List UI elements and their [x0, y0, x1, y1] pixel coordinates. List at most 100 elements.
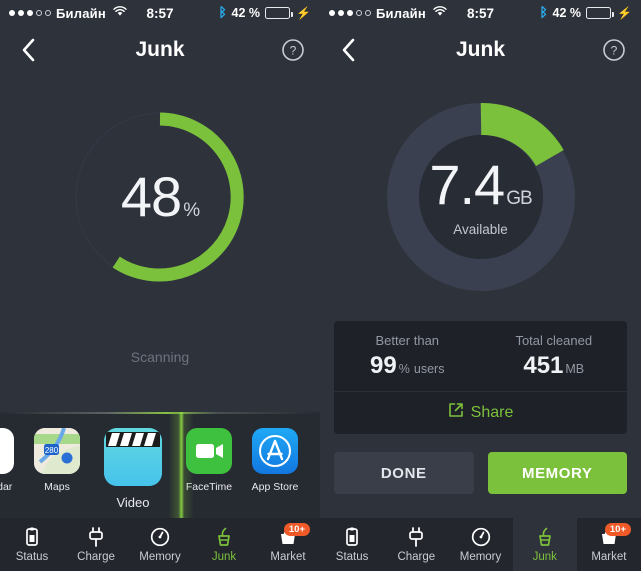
storage-gauge: 7.4 GB Available	[320, 73, 641, 321]
app-label: App Store	[251, 481, 299, 493]
tab-label: Memory	[139, 551, 181, 563]
power-plug-icon	[405, 526, 427, 548]
lightning-bolt-icon: ⚡	[617, 6, 632, 20]
tab-junk[interactable]: Junk	[192, 518, 256, 571]
svg-text:280: 280	[45, 446, 59, 455]
status-bar-right-group: 42 % ⚡	[160, 5, 311, 22]
left-phone-screen: Билайн 8:57 42 % ⚡ Junk ? 48 % Scanning …	[0, 0, 320, 571]
svg-text:?: ?	[611, 43, 618, 57]
status-bar-carrier-group: Билайн	[9, 6, 160, 21]
tab-label: Market	[591, 551, 627, 563]
tab-label: Charge	[77, 551, 115, 563]
nav-bar-right: Junk ?	[320, 26, 641, 73]
tab-bar-right: Status Charge Memory Junk 10+ Market	[320, 518, 641, 571]
stats-row: Better than 99 % users Total cleaned 451…	[334, 333, 627, 391]
progress-ring: 48 %	[65, 102, 255, 292]
memory-button[interactable]: MEMORY	[487, 452, 627, 494]
clipboard-battery-icon	[21, 526, 43, 548]
facetime-app-icon	[186, 428, 232, 474]
question-mark-circle-icon[interactable]: ?	[280, 37, 306, 63]
broom-dustpan-icon	[213, 526, 235, 548]
tab-market[interactable]: 10+ Market	[256, 518, 320, 571]
tab-label: Junk	[211, 551, 237, 563]
app-scan-row: Sat2 Calendar 280 Maps	[0, 412, 320, 520]
back-button[interactable]	[14, 36, 42, 64]
tab-status[interactable]: Status	[0, 518, 64, 571]
tab-label: Memory	[459, 551, 502, 563]
stats-card: Better than 99 % users Total cleaned 451…	[334, 321, 627, 434]
stat-label: Total cleaned	[515, 333, 593, 348]
scan-beam-line-icon	[0, 412, 320, 414]
app-tile-highlighted[interactable]: Video	[90, 412, 176, 510]
stat-label: Better than	[375, 333, 440, 348]
tab-label: Market	[270, 551, 306, 563]
action-buttons: DONE MEMORY	[320, 434, 641, 494]
tab-market[interactable]: 10+ Market	[577, 518, 641, 571]
signal-strength-dots	[329, 10, 371, 16]
maps-app-icon: 280	[34, 428, 80, 474]
tab-junk[interactable]: Junk	[512, 518, 577, 571]
nav-bar-left: Junk ?	[0, 26, 320, 73]
bluetooth-icon	[539, 5, 548, 22]
app-label: Calendar	[0, 481, 13, 493]
app-tile[interactable]: App Store	[242, 412, 308, 493]
broom-dustpan-icon	[534, 526, 556, 548]
done-button[interactable]: DONE	[334, 452, 474, 494]
market-badge: 10+	[283, 523, 310, 537]
stat-suffix: users	[413, 362, 445, 376]
stat-unit: %	[398, 362, 410, 376]
page-title: Junk	[135, 37, 185, 61]
stat-value: 99	[370, 352, 397, 379]
external-link-icon	[448, 402, 464, 423]
scan-progress-gauge: 48 %	[0, 73, 320, 321]
app-tile[interactable]: Sat2 Calendar	[0, 412, 24, 493]
stat-value: 451	[523, 352, 564, 379]
battery-percent-label: 42 %	[231, 6, 261, 20]
appstore-app-icon	[252, 428, 298, 474]
status-bar-right: Билайн 8:57 42 % ⚡	[320, 0, 641, 26]
tab-label: Junk	[532, 551, 557, 563]
status-bar-right-group: 42 % ⚡	[481, 5, 632, 22]
power-plug-icon	[85, 526, 107, 548]
tab-bar-left: Status Charge Memory Junk 10+ Market	[0, 518, 320, 571]
stat-value-group: 99 % users	[334, 352, 481, 380]
carrier-name: Билайн	[376, 5, 426, 21]
tab-status[interactable]: Status	[320, 518, 384, 571]
tab-label: Status	[15, 551, 49, 563]
share-label: Share	[470, 403, 514, 421]
wifi-icon	[433, 6, 447, 20]
app-label: Maps	[44, 481, 70, 493]
tab-label: Status	[335, 551, 369, 563]
stat-unit: MB	[565, 362, 585, 376]
app-tile[interactable]: 280 Maps	[24, 412, 90, 493]
question-mark-circle-icon[interactable]: ?	[601, 37, 627, 63]
tab-memory[interactable]: Memory	[448, 518, 512, 571]
lightning-bolt-icon: ⚡	[296, 6, 311, 20]
clipboard-battery-icon	[341, 526, 363, 548]
tab-charge[interactable]: Charge	[64, 518, 128, 571]
battery-percent-label: 42 %	[552, 6, 582, 20]
battery-icon	[265, 7, 294, 19]
share-button[interactable]: Share	[334, 391, 627, 434]
stat-better-than: Better than 99 % users	[334, 333, 481, 391]
gauge-meter-icon	[149, 526, 171, 548]
tab-label: Charge	[397, 551, 436, 563]
dual-screenshot-stage: Билайн 8:57 42 % ⚡ Junk ? 48 % Scanning …	[0, 0, 641, 571]
gauge-meter-icon	[470, 526, 492, 548]
signal-strength-dots	[9, 10, 51, 16]
market-badge: 10+	[604, 523, 632, 537]
status-bar-carrier-group: Билайн	[329, 6, 481, 21]
back-button[interactable]	[334, 36, 362, 64]
storage-ring: 7.4 GB Available	[386, 102, 576, 292]
svg-text:?: ?	[290, 43, 297, 57]
carrier-name: Билайн	[56, 5, 106, 21]
status-bar-left: Билайн 8:57 42 % ⚡	[0, 0, 320, 26]
tab-charge[interactable]: Charge	[384, 518, 448, 571]
video-app-icon	[104, 428, 162, 486]
tab-memory[interactable]: Memory	[128, 518, 192, 571]
battery-icon	[586, 7, 615, 19]
wifi-icon	[113, 6, 127, 20]
stat-total-cleaned: Total cleaned 451 MB	[481, 333, 628, 391]
stat-value-group: 451 MB	[481, 352, 628, 380]
page-title: Junk	[455, 37, 505, 61]
